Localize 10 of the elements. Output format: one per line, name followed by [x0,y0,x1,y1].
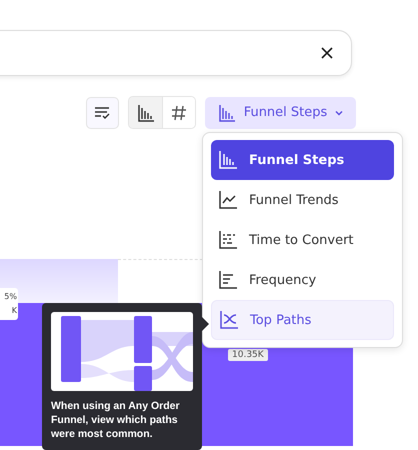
menu-item[interactable]: Frequency [211,260,394,300]
label-text: 5% [4,291,17,303]
bar-value-label: 10.35K [228,349,268,361]
chart-type-dropdown[interactable]: Funnel Steps [205,96,356,128]
menu-item[interactable]: Top Paths [211,300,394,340]
tooltip-text: When using an Any Order Funnel, view which paths were most common. [51,399,181,441]
menu-item[interactable]: Funnel Trends [211,180,394,220]
menu-item[interactable]: Time to Convert [211,220,394,260]
menu-item[interactable]: Funnel Steps [211,140,394,180]
label-text: K [12,305,17,317]
